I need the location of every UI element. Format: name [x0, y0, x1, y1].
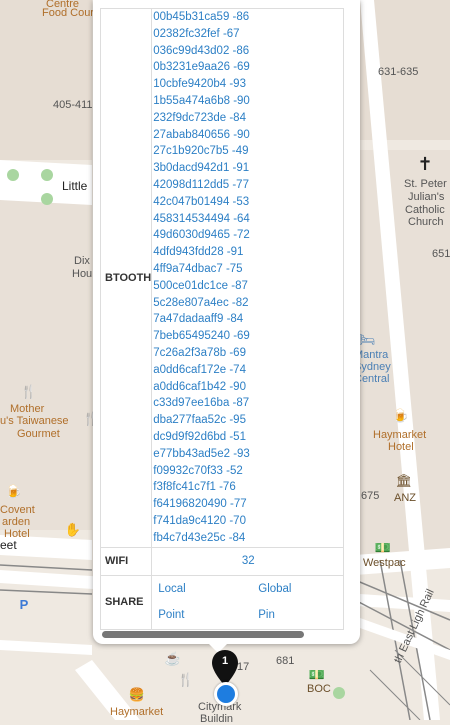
- btooth-entry[interactable]: f741da9c4120 -70: [153, 513, 343, 530]
- btooth-entry[interactable]: 10cbfe9420b4 -93: [153, 76, 343, 93]
- map-label-food-court: Food Court: [42, 7, 98, 19]
- btooth-entry[interactable]: f09932c70f33 -52: [153, 463, 343, 480]
- current-location-dot: [214, 682, 238, 706]
- map-label-catholic: Catholic: [405, 204, 445, 216]
- map-label-dixon: Dix: [74, 255, 90, 267]
- map-label-haymarket-hotel-2: Hotel: [388, 441, 414, 453]
- map-label-boc: BOC: [307, 683, 331, 695]
- wifi-label: WIFI: [99, 546, 153, 576]
- bank-icon-3: 💵: [308, 667, 326, 682]
- church-cross-icon: ✝: [417, 153, 433, 174]
- btooth-entry[interactable]: c33d97ee16ba -87: [153, 395, 343, 412]
- btooth-entry[interactable]: 1b55a474a6b8 -90: [153, 93, 343, 110]
- bar-icon-2: 🍺: [5, 484, 23, 499]
- btooth-entry[interactable]: a0dd6caf1b42 -90: [153, 379, 343, 396]
- map-label-church: Church: [408, 216, 444, 228]
- btooth-entry[interactable]: f3f8fc41c7f1 -76: [153, 479, 343, 496]
- map-label-haymarket-hotel-1: Haymarket: [373, 429, 427, 441]
- share-row: SHARE Local Global Point Pin: [99, 574, 345, 630]
- btooth-entry[interactable]: 27c1b920c7b5 -49: [153, 143, 343, 160]
- share-pin-link[interactable]: Pin: [253, 602, 343, 629]
- bank-icon: 🏛: [395, 473, 413, 488]
- map-label-eet: eet: [0, 538, 17, 552]
- map-label-addr-405-411: 405-411: [53, 99, 93, 111]
- map-label-citymark-2: Buildin: [200, 713, 234, 725]
- map-label-westpac: Westpac: [363, 557, 406, 569]
- map-label-mother-2: u's Taiwanese: [0, 415, 69, 427]
- map-label-mother-3: Gourmet: [17, 428, 60, 440]
- fastfood-icon: 🍔: [128, 687, 146, 702]
- wifi-row: WIFI 32: [99, 546, 345, 576]
- btooth-entry[interactable]: 500ce01dc1ce -87: [153, 278, 343, 295]
- btooth-entry[interactable]: 42098d112dd5 -77: [153, 177, 343, 194]
- map-label-anz: ANZ: [394, 492, 416, 504]
- btooth-entry[interactable]: 4ff9a74dbac7 -75: [153, 261, 343, 278]
- wifi-count-link[interactable]: 32: [153, 548, 343, 575]
- toilet-icon: ✋: [64, 522, 82, 537]
- info-popup: BTOOTH 00b45b31ca59 -86 02382fc32fef -67 0…: [93, 0, 360, 644]
- share-point-link[interactable]: Point: [153, 602, 253, 629]
- share-label: SHARE: [99, 574, 153, 630]
- btooth-row: BTOOTH 00b45b31ca59 -86 02382fc32fef -67 0…: [99, 8, 345, 548]
- btooth-entry[interactable]: a0dd6caf172e -74: [153, 362, 343, 379]
- hotel-bed-icon: 🛏: [358, 332, 376, 347]
- btooth-entry[interactable]: 7a47dadaaff9 -84: [153, 311, 343, 328]
- btooth-entry[interactable]: 7beb65495240 -69: [153, 328, 343, 345]
- bar-icon: 🍺: [392, 408, 410, 423]
- bank-icon-2: 💵: [374, 540, 392, 555]
- btooth-entry[interactable]: 00b45b31ca59 -86: [153, 9, 343, 26]
- btooth-entry[interactable]: 27abab840656 -90: [153, 127, 343, 144]
- btooth-list: 00b45b31ca59 -86 02382fc32fef -67 036c99d4…: [151, 8, 345, 548]
- btooth-entry[interactable]: dba277faa52c -95: [153, 412, 343, 429]
- restaurant-icon: 🍴: [20, 384, 38, 399]
- map-label-st-peter: St. Peter: [404, 178, 447, 190]
- map-label-681: 681: [276, 655, 295, 667]
- horizontal-scrollbar[interactable]: [102, 631, 304, 638]
- map-label-addr-631-635: 631-635: [378, 66, 419, 78]
- share-options: Local Global Point Pin: [153, 576, 343, 629]
- map-label-julians: Julian's: [408, 191, 445, 203]
- btooth-entry[interactable]: 42c047b01494 -53: [153, 194, 343, 211]
- btooth-entry[interactable]: fb4c7d43e25c -84: [153, 530, 343, 547]
- btooth-entry[interactable]: 232f9dc723de -84: [153, 110, 343, 127]
- share-global-link[interactable]: Global: [253, 576, 343, 603]
- map-label-covent-1: Covent: [0, 504, 35, 516]
- map-label-haymarket-bottom: Haymarket: [110, 706, 164, 718]
- map-label-little: Little: [62, 179, 88, 193]
- map-label-mother-1: Mother: [10, 403, 45, 415]
- btooth-entry[interactable]: 7c26a2f3a78b -69: [153, 345, 343, 362]
- map-label-675: 675: [361, 490, 380, 502]
- share-local-link[interactable]: Local: [153, 576, 253, 603]
- btooth-entry[interactable]: 4dfd943fdd28 -91: [153, 244, 343, 261]
- btooth-entry[interactable]: f64196820490 -77: [153, 496, 343, 513]
- map-label-covent-2: arden: [2, 516, 31, 528]
- cafe-icon: ☕: [164, 651, 182, 666]
- btooth-entry[interactable]: 458314534494 -64: [153, 211, 343, 228]
- btooth-entry[interactable]: 3b0dacd942d1 -91: [153, 160, 343, 177]
- parking-icon: P: [19, 596, 29, 612]
- restaurant-icon-3: 🍴: [177, 672, 195, 687]
- btooth-entry[interactable]: dc9d9f92d6bd -51: [153, 429, 343, 446]
- btooth-entry[interactable]: 49d6030d9465 -72: [153, 227, 343, 244]
- btooth-entry[interactable]: e77bb43ad5e2 -93: [153, 446, 343, 463]
- info-table: BTOOTH 00b45b31ca59 -86 02382fc32fef -67 0…: [99, 8, 345, 630]
- btooth-label: BTOOTH: [99, 8, 153, 548]
- map-label-dixon-2: Hou: [72, 268, 93, 280]
- btooth-entry[interactable]: 036c99d43d02 -86: [153, 43, 343, 60]
- btooth-entry[interactable]: 02382fc32fef -67: [153, 26, 343, 43]
- btooth-entry[interactable]: 0b3231e9aa26 -69: [153, 59, 343, 76]
- btooth-entry[interactable]: 5c28e807a4ec -82: [153, 295, 343, 312]
- marker-number: 1: [221, 655, 229, 667]
- map-label-651: 651: [432, 248, 450, 260]
